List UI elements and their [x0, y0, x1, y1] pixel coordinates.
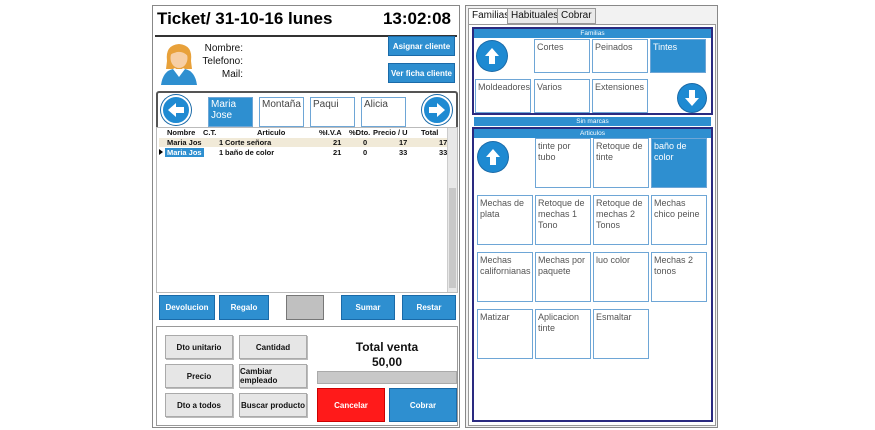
- column-header[interactable]: %I.V.A: [319, 128, 342, 137]
- articulo-item[interactable]: Mechas californianas: [477, 252, 533, 302]
- tab-cobrar[interactable]: Cobrar: [557, 8, 596, 24]
- marcas-header[interactable]: Sin marcas: [474, 117, 711, 126]
- arrow-left-icon[interactable]: [161, 95, 191, 125]
- cell-price: 33: [399, 148, 408, 157]
- articulo-item[interactable]: Mechas chico peine: [651, 195, 707, 245]
- articulo-item[interactable]: tinte por tubo: [535, 138, 591, 188]
- cell-dto: 0: [363, 138, 368, 147]
- employee-item[interactable]: Montaña: [259, 97, 304, 127]
- articulo-item[interactable]: Aplicacion tinte: [535, 309, 591, 359]
- cell-article: baño de color: [225, 148, 275, 157]
- cell-qty: 1: [219, 148, 224, 157]
- familias-header: Familias: [474, 29, 711, 38]
- arrow-up-icon[interactable]: [477, 41, 507, 71]
- employee-item[interactable]: Alicia: [361, 97, 406, 127]
- column-header[interactable]: %Dto.: [349, 128, 370, 137]
- cell-name: Maria Jos: [167, 138, 202, 147]
- articulo-item[interactable]: Mechas por paquete: [535, 252, 591, 302]
- table-scrollbar[interactable]: [447, 128, 457, 292]
- employee-selector: Maria Jose Montaña Paqui Alicia: [156, 91, 458, 131]
- row-pointer-icon: [159, 149, 163, 155]
- familias-panel: Familias Cortes Peinados Tintes Moldeado…: [472, 27, 713, 115]
- sale-controls-panel: Dto unitario Cantidad Precio Cambiar emp…: [156, 326, 458, 426]
- cell-name: Maria Jos: [165, 148, 204, 157]
- articulos-panel: Articulos tinte por tubo Retoque de tint…: [472, 127, 713, 422]
- scrollbar-thumb[interactable]: [449, 188, 456, 288]
- column-header[interactable]: Total: [421, 128, 438, 137]
- familia-item[interactable]: Moldeadores: [475, 79, 531, 113]
- articulos-header: Articulos: [474, 129, 711, 138]
- column-header[interactable]: C.T.: [203, 128, 216, 137]
- total-label: Total venta: [355, 340, 419, 354]
- total-value: 50,00: [371, 355, 403, 369]
- articulo-item[interactable]: Mechas 2 tonos: [651, 252, 707, 302]
- familia-item[interactable]: Varios: [534, 79, 590, 113]
- dto-todos-button[interactable]: Dto a todos: [165, 393, 233, 417]
- articulo-item[interactable]: Retoque de mechas 2 Tonos: [593, 195, 649, 245]
- column-header[interactable]: Nombre: [167, 128, 195, 137]
- employee-item[interactable]: Paqui: [310, 97, 355, 127]
- familia-item[interactable]: Tintes: [650, 39, 706, 73]
- ticket-title: Ticket/ 31-10-16 lunes: [157, 9, 333, 28]
- column-header[interactable]: Articulo: [257, 128, 285, 137]
- articulo-item[interactable]: baño de color: [651, 138, 707, 188]
- buscar-producto-button[interactable]: Buscar producto: [239, 393, 307, 417]
- total-bar: [317, 371, 457, 384]
- cambiar-empleado-button[interactable]: Cambiar empleado: [239, 364, 307, 388]
- cell-dto: 0: [363, 148, 368, 157]
- arrow-up-icon[interactable]: [478, 142, 508, 172]
- ticket-clock: 13:02:08: [382, 9, 451, 28]
- articulo-item[interactable]: Matizar: [477, 309, 533, 359]
- sumar-button[interactable]: Sumar: [341, 295, 395, 320]
- cell-article: Corte señora: [225, 138, 272, 147]
- restar-button[interactable]: Restar: [402, 295, 456, 320]
- articulo-item[interactable]: Retoque de tinte: [593, 138, 649, 188]
- regalo-button[interactable]: Regalo: [219, 295, 269, 320]
- assign-client-button[interactable]: Asignar cliente: [388, 36, 455, 56]
- column-header[interactable]: Precio / U: [373, 128, 408, 137]
- phone-label: Telefono:: [202, 56, 243, 67]
- name-label: Nombre:: [204, 43, 243, 54]
- tab-habituales[interactable]: Habituales: [507, 8, 563, 24]
- cancelar-button[interactable]: Cancelar: [317, 388, 385, 422]
- dto-unitario-button[interactable]: Dto unitario: [165, 335, 233, 359]
- familia-item[interactable]: Cortes: [534, 39, 590, 73]
- catalog-window: Familias Habituales Cobrar Familias Cort…: [465, 5, 718, 428]
- cell-price: 17: [399, 138, 408, 147]
- table-row[interactable]: Maria Jos 1 Corte señora 21 0 17 17: [159, 138, 447, 147]
- devolucion-button[interactable]: Devolucion: [159, 295, 215, 320]
- articulo-item[interactable]: luo color: [593, 252, 649, 302]
- cell-iva: 21: [333, 138, 342, 147]
- cell-iva: 21: [333, 148, 342, 157]
- articulo-item[interactable]: Retoque de mechas 1 Tono: [535, 195, 591, 245]
- familia-item[interactable]: Extensiones: [592, 79, 648, 113]
- quantity-display: [286, 295, 324, 320]
- cantidad-button[interactable]: Cantidad: [239, 335, 307, 359]
- articulo-item[interactable]: Mechas de plata: [477, 195, 533, 245]
- precio-button[interactable]: Precio: [165, 364, 233, 388]
- articulo-item[interactable]: Esmaltar: [593, 309, 649, 359]
- ticket-window: Ticket/ 31-10-16 lunes 13:02:08 Nombre: …: [152, 5, 460, 428]
- familia-item[interactable]: Peinados: [592, 39, 648, 73]
- view-client-button[interactable]: Ver ficha cliente: [388, 63, 455, 83]
- employee-item[interactable]: Maria Jose: [208, 97, 253, 127]
- cobrar-button[interactable]: Cobrar: [389, 388, 457, 422]
- mail-label: Mail:: [221, 69, 243, 80]
- cell-qty: 1: [219, 138, 224, 147]
- arrow-down-icon[interactable]: [678, 84, 706, 112]
- ticket-lines-table: Nombre C.T. Articulo %I.V.A %Dto. Precio…: [156, 127, 458, 293]
- arrow-right-icon[interactable]: [422, 95, 452, 125]
- table-row[interactable]: Maria Jos 1 baño de color 21 0 33 33: [159, 148, 447, 157]
